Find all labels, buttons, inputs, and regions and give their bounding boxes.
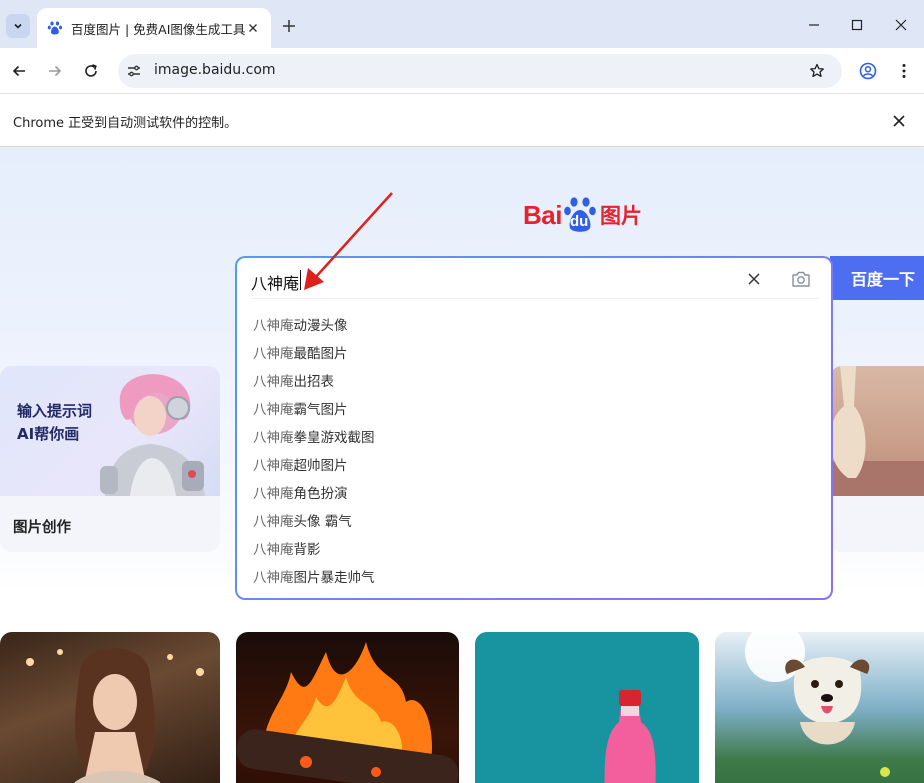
- thumbnail-bottle[interactable]: [475, 632, 699, 783]
- site-settings-icon[interactable]: [126, 63, 142, 79]
- suggestion-item[interactable]: 八神庵 动漫头像: [253, 310, 375, 338]
- clear-search-icon[interactable]: [745, 270, 763, 288]
- suggestion-item[interactable]: 八神庵 超帅图片: [253, 450, 375, 478]
- suggestion-item[interactable]: 八神庵 背影: [253, 534, 375, 562]
- feature-card-right[interactable]: [830, 366, 924, 552]
- suggestion-item[interactable]: 八神庵 头像 霸气: [253, 506, 375, 534]
- infobar-close-icon[interactable]: [892, 114, 906, 128]
- thumbnail-dog[interactable]: [715, 632, 924, 783]
- maximize-icon[interactable]: [850, 18, 864, 32]
- suggestion-item[interactable]: 八神庵 出招表: [253, 366, 375, 394]
- automation-infobar: Chrome 正受到自动测试软件的控制。: [0, 95, 924, 147]
- suggestion-item[interactable]: 八神庵 角色扮演: [253, 478, 375, 506]
- forward-arrow-icon[interactable]: [45, 61, 65, 81]
- thumbnail-fire[interactable]: [236, 632, 459, 783]
- more-menu-icon[interactable]: [894, 61, 914, 81]
- window-close-icon[interactable]: [894, 18, 908, 32]
- search-divider: [251, 298, 819, 299]
- suggestion-item[interactable]: 八神庵 霸气图片: [253, 394, 375, 422]
- logo-text-du: du: [569, 213, 589, 230]
- vase-image: [830, 366, 924, 496]
- suggestion-item[interactable]: 八神庵 拳皇游戏截图: [253, 422, 375, 450]
- chevron-down-icon: [14, 23, 22, 29]
- camera-search-icon[interactable]: [790, 268, 812, 290]
- baidu-image-logo[interactable]: Bai du 图片: [523, 193, 642, 237]
- bookmark-star-icon[interactable]: [808, 62, 826, 80]
- search-submit-button[interactable]: 百度一下: [830, 256, 924, 300]
- ai-card-line1: 输入提示词: [17, 402, 93, 420]
- browser-tab-bar: 百度图片 | 免费AI图像生成工具: [0, 0, 924, 48]
- minimize-icon[interactable]: [807, 18, 821, 32]
- suggestion-list: 八神庵 动漫头像 八神庵 最酷图片 八神庵 出招表 八神庵 霸气图片 八神庵 拳皇游戏截图…: [253, 310, 375, 590]
- ai-creation-card[interactable]: 输入提示词 AI帮你画 图片创作: [0, 366, 220, 552]
- baidu-paw-icon: [47, 20, 63, 36]
- logo-text-bai: Bai: [523, 199, 562, 230]
- baidu-image-page: Bai du 图片 百度一下 输入提示词 AI帮你画 图片创作 八神庵 八神庵 …: [0, 148, 924, 783]
- reload-icon[interactable]: [81, 61, 101, 81]
- back-arrow-icon[interactable]: [9, 61, 29, 81]
- text-caret: [300, 270, 301, 290]
- tab-search-button[interactable]: [6, 14, 30, 38]
- tab-close-icon[interactable]: [245, 20, 261, 36]
- baidu-paw-logo-icon: du: [563, 196, 597, 234]
- infobar-message: Chrome 正受到自动测试软件的控制。: [13, 116, 238, 131]
- thumbnail-woman[interactable]: [0, 632, 220, 783]
- browser-toolbar: image.baidu.com: [0, 48, 924, 94]
- tab-title: 百度图片 | 免费AI图像生成工具: [71, 21, 246, 37]
- search-input[interactable]: 八神庵: [251, 270, 299, 294]
- profile-icon[interactable]: [858, 61, 878, 81]
- logo-text-tupian: 图片: [599, 204, 642, 228]
- ai-card-line2: AI帮你画: [17, 425, 80, 443]
- search-box[interactable]: 八神庵 八神庵 动漫头像 八神庵 最酷图片 八神庵 出招表 八神庵 霸气图片 八神庵 拳皇…: [235, 256, 833, 600]
- address-bar[interactable]: image.baidu.com: [118, 54, 842, 88]
- ai-card-label: 图片创作: [13, 520, 71, 536]
- suggestion-item[interactable]: 八神庵 图片暴走帅气: [253, 562, 375, 590]
- address-url: image.baidu.com: [154, 62, 276, 78]
- browser-tab-active[interactable]: 百度图片 | 免费AI图像生成工具: [37, 8, 271, 48]
- suggestion-item[interactable]: 八神庵 最酷图片: [253, 338, 375, 366]
- new-tab-plus-icon[interactable]: [280, 17, 298, 35]
